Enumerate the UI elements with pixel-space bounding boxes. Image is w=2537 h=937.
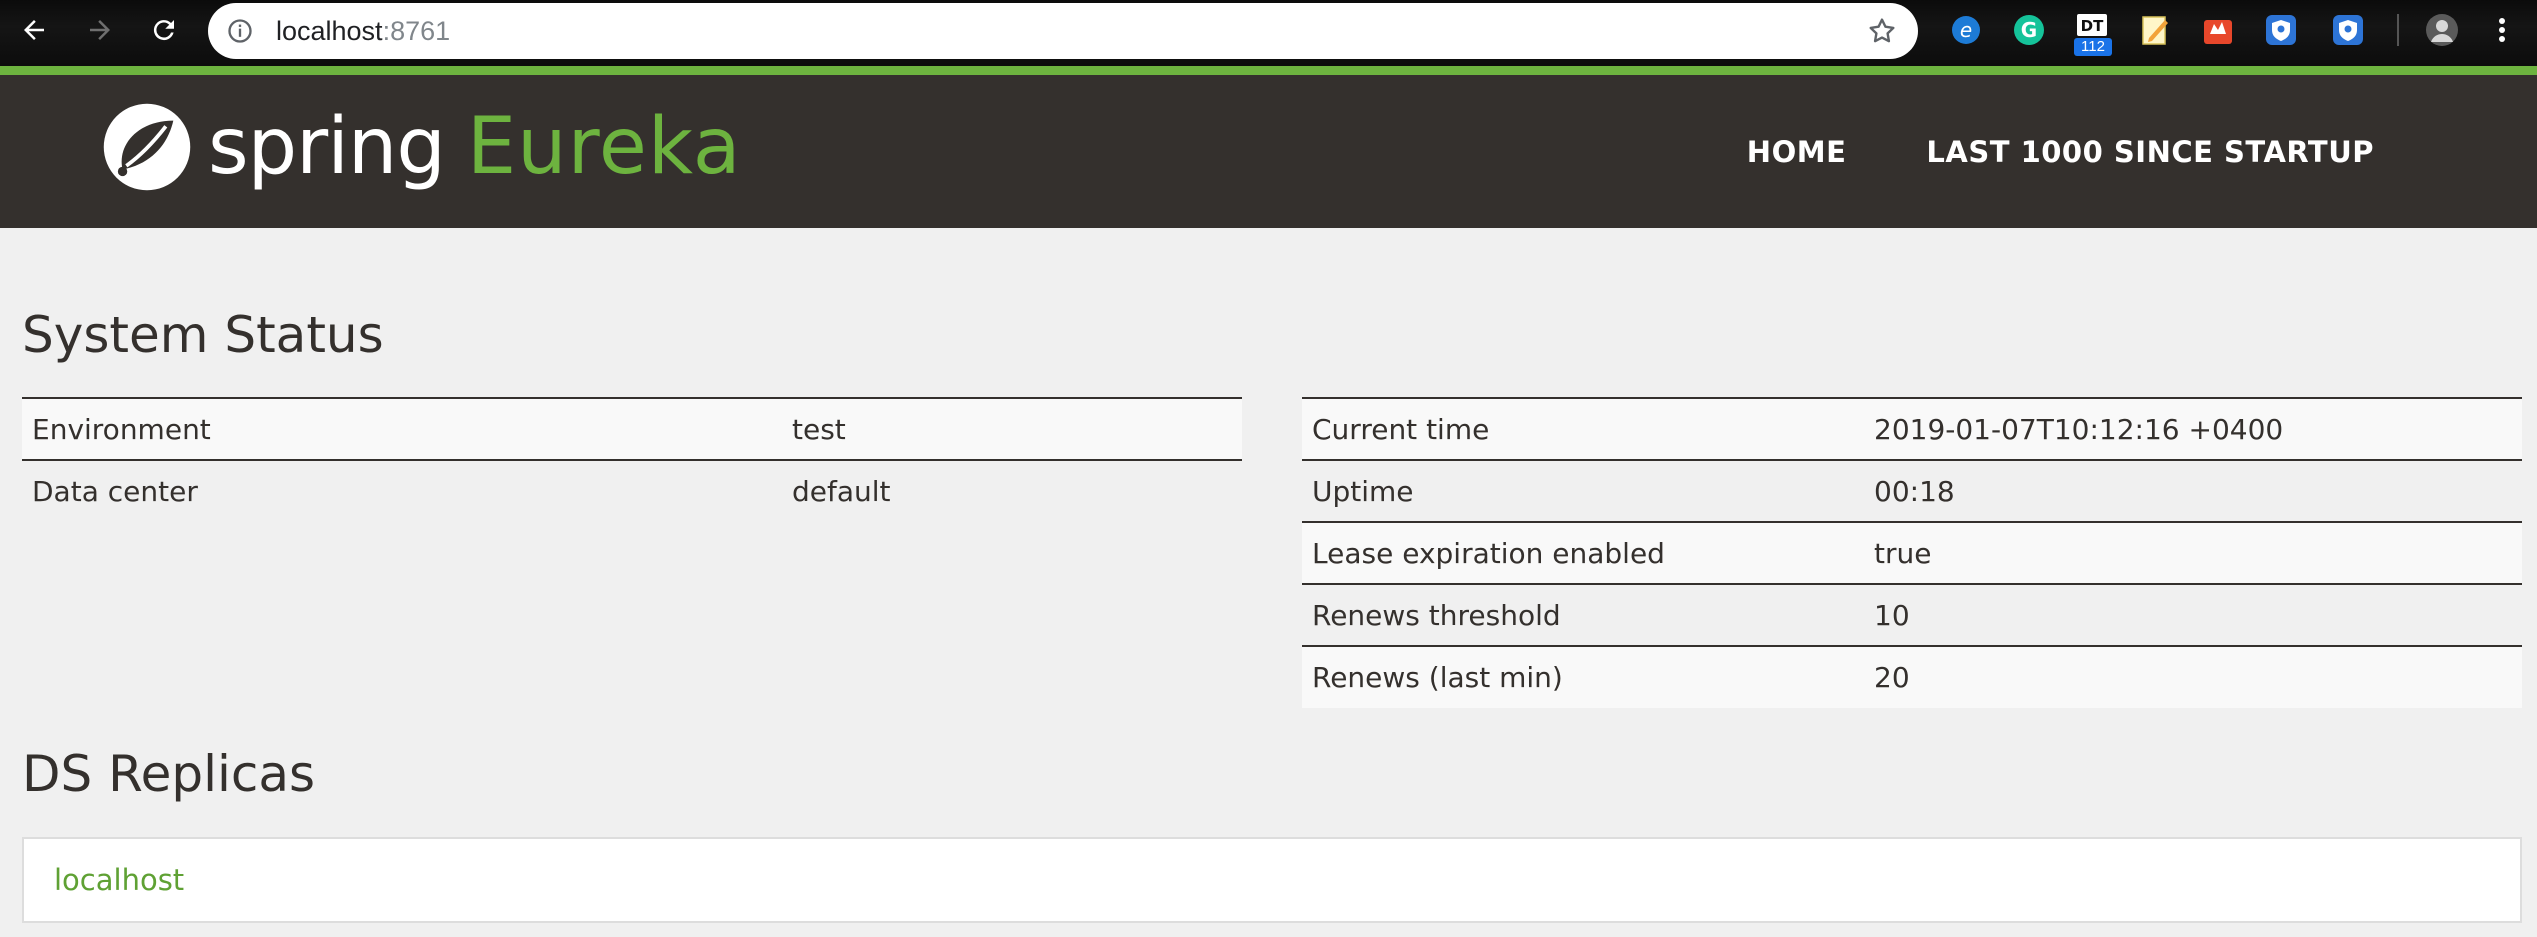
shield-extension-icon[interactable]	[2330, 12, 2366, 48]
row-value: true	[1864, 521, 2522, 584]
row-value: 20	[1864, 645, 2522, 708]
browser-toolbar: localhost:8761 e G DT 112	[0, 0, 2537, 66]
grammarly-extension-icon[interactable]: G	[2011, 12, 2047, 48]
url-port: :8761	[382, 16, 451, 46]
replica-link-localhost[interactable]: localhost	[54, 863, 184, 897]
nav-links: HOME LAST 1000 SINCE STARTUP	[1667, 75, 2374, 228]
shield-extension-icon[interactable]	[2263, 12, 2299, 48]
nav-link-last-1000[interactable]: LAST 1000 SINCE STARTUP	[1926, 135, 2374, 169]
devtools-extension-icon[interactable]: DT 112	[2074, 12, 2112, 56]
info-icon[interactable]	[226, 17, 254, 45]
system-status-title: System Status	[22, 306, 384, 364]
table-row: Renews (last min) 20	[1302, 645, 2522, 708]
table-row: Current time 2019-01-07T10:12:16 +0400	[1302, 397, 2522, 460]
row-key: Environment	[22, 397, 782, 460]
row-value: test	[782, 397, 1242, 460]
toolbar-divider	[2397, 14, 2399, 46]
svg-text:G: G	[2021, 18, 2037, 42]
ds-replicas-list: localhost	[22, 837, 2522, 923]
ds-replicas-title: DS Replicas	[22, 745, 316, 803]
brand-eureka-text: Eureka	[466, 102, 742, 192]
table-row: Environment test	[22, 397, 1242, 460]
accent-line	[0, 66, 2537, 75]
row-value: 2019-01-07T10:12:16 +0400	[1864, 397, 2522, 460]
brand-logo[interactable]: spring Eureka	[100, 97, 742, 197]
server-stats-table: Current time 2019-01-07T10:12:16 +0400 U…	[1302, 397, 2522, 708]
row-value: 10	[1864, 583, 2522, 646]
row-key: Current time	[1302, 397, 1864, 460]
nav-link-home[interactable]: HOME	[1747, 135, 1847, 169]
spring-leaf-icon	[103, 103, 191, 191]
row-key: Data center	[22, 459, 782, 522]
url-host: localhost	[276, 16, 383, 46]
reload-icon[interactable]	[142, 8, 186, 52]
row-key: Uptime	[1302, 459, 1864, 522]
back-arrow-icon[interactable]	[12, 8, 56, 52]
table-row: Data center default	[22, 459, 1242, 522]
table-row: Lease expiration enabled true	[1302, 521, 2522, 584]
row-key: Lease expiration enabled	[1302, 521, 1864, 584]
tool-extension-icon[interactable]	[2200, 12, 2236, 48]
profile-avatar-icon[interactable]	[2424, 12, 2460, 48]
row-key: Renews (last min)	[1302, 645, 1864, 708]
table-row: Renews threshold 10	[1302, 583, 2522, 646]
address-bar[interactable]: localhost:8761	[208, 3, 1918, 59]
forward-arrow-icon[interactable]	[78, 8, 122, 52]
row-key: Renews threshold	[1302, 583, 1864, 646]
ie-tab-extension-icon[interactable]: e	[1948, 12, 1984, 48]
url-text: localhost:8761	[276, 17, 450, 45]
bookmark-star-icon[interactable]	[1866, 15, 1898, 47]
svg-text:e: e	[1960, 18, 1972, 42]
row-value: 00:18	[1864, 459, 2522, 522]
table-row: Uptime 00:18	[1302, 459, 2522, 522]
chrome-menu-icon[interactable]	[2490, 12, 2514, 48]
environment-table: Environment test Data center default	[22, 397, 1242, 522]
notes-extension-icon[interactable]	[2137, 12, 2173, 48]
row-value: default	[782, 459, 1242, 522]
eureka-navbar: spring Eureka HOME LAST 1000 SINCE START…	[0, 75, 2537, 228]
extension-badge: 112	[2074, 38, 2112, 56]
svg-text:DT: DT	[2081, 17, 2104, 35]
brand-spring-text: spring	[208, 102, 446, 192]
